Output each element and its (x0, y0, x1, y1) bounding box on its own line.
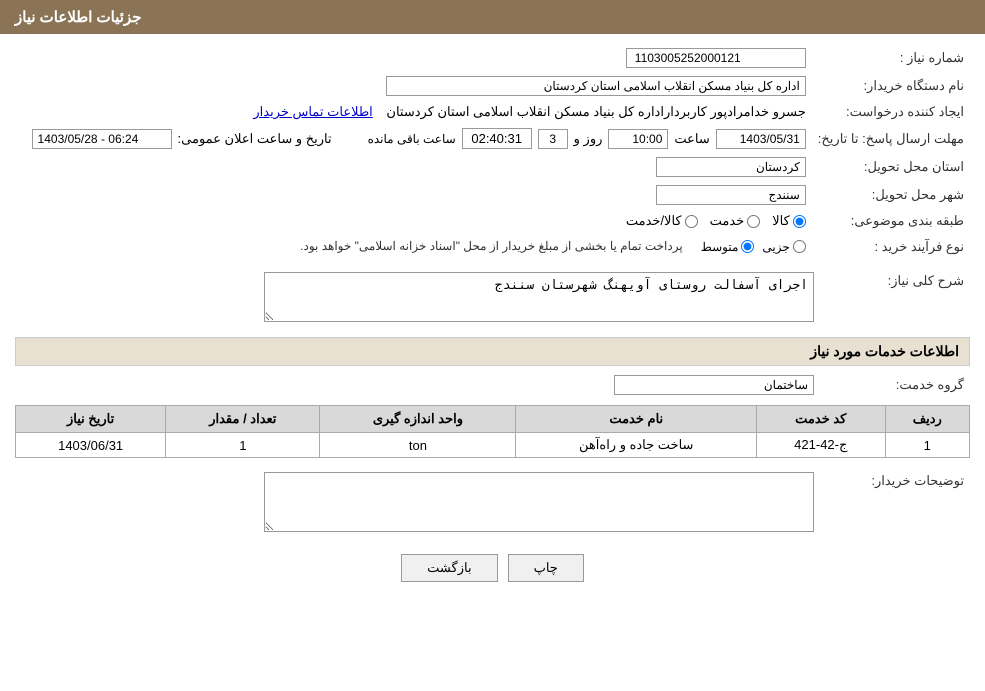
buyer-notes-cell (15, 468, 820, 539)
page-title: جزئیات اطلاعات نیاز (15, 9, 142, 26)
category-kala-radio[interactable] (793, 215, 806, 228)
category-khedmat-radio[interactable] (747, 215, 760, 228)
need-number-label: شماره نیاز : (812, 44, 970, 72)
category-row: کالا خدمت کالا/خدمت (15, 209, 812, 233)
col-row: ردیف (885, 406, 969, 433)
services-header-text: اطلاعات خدمات مورد نیاز (810, 343, 959, 359)
page-header: جزئیات اطلاعات نیاز (0, 0, 985, 34)
col-qty: تعداد / مقدار (166, 406, 320, 433)
category-both-item: کالا/خدمت (626, 213, 698, 229)
category-kala-label: کالا (772, 213, 790, 229)
creator-label: ایجاد کننده درخواست: (812, 100, 970, 124)
print-button[interactable]: چاپ (508, 554, 584, 582)
response-deadline-label: مهلت ارسال پاسخ: تا تاریخ: (812, 124, 970, 153)
buyer-org-value (15, 72, 812, 100)
description-label: شرح کلی نیاز: (820, 268, 970, 329)
purchase-type-motavasset-label: متوسط (701, 240, 739, 254)
category-khedmat-item: خدمت (710, 213, 761, 229)
purchase-type-jozii-radio[interactable] (793, 240, 806, 253)
info-table: شماره نیاز : 1103005252000121 نام دستگاه… (15, 44, 970, 260)
table-cell: 1 (885, 433, 969, 458)
service-group-label: گروه خدمت: (820, 371, 970, 399)
purchase-type-motavasset-radio[interactable] (741, 240, 754, 253)
announce-date-label: تاریخ و ساعت اعلان عمومی: (178, 131, 332, 147)
col-name: نام خدمت (516, 406, 757, 433)
deadline-time-input (608, 129, 668, 149)
col-date: تاریخ نیاز (16, 406, 166, 433)
table-cell: 1 (166, 433, 320, 458)
category-kala-item: کالا (772, 213, 806, 229)
table-cell: ساخت جاده و راه‌آهن (516, 433, 757, 458)
back-button[interactable]: بازگشت (401, 554, 497, 582)
deadline-row: ساعت روز و 02:40:31 ساعت باقی مانده تاری… (15, 124, 812, 153)
description-container (21, 272, 814, 325)
buyer-notes-textarea[interactable] (264, 472, 814, 532)
purchase-type-label: نوع فرآیند خرید : (812, 233, 970, 260)
table-cell: 1403/06/31 (16, 433, 166, 458)
description-table: شرح کلی نیاز: (15, 268, 970, 329)
service-group-input (614, 375, 814, 395)
category-label: طبقه بندی موضوعی: (812, 209, 970, 233)
category-both-radio[interactable] (685, 215, 698, 228)
time-label-static: ساعت (674, 131, 709, 147)
page-wrapper: جزئیات اطلاعات نیاز شماره نیاز : 1103005… (0, 0, 985, 691)
buyer-notes-table: توضیحات خریدار: (15, 468, 970, 539)
services-section-header: اطلاعات خدمات مورد نیاز (15, 337, 970, 366)
purchase-type-motavasset: متوسط (701, 240, 755, 254)
need-number-display: 1103005252000121 (626, 48, 806, 68)
purchase-type-row: جزیی متوسط پرداخت تمام یا بخشی از مبلغ خ… (15, 233, 812, 260)
buyer-org-input (386, 76, 806, 96)
deadline-days-input (538, 129, 568, 149)
table-cell: ton (320, 433, 516, 458)
city-input (656, 185, 806, 205)
city-value (15, 181, 812, 209)
button-bar: چاپ بازگشت (15, 554, 970, 582)
services-table: ردیف کد خدمت نام خدمت واحد اندازه گیری ت… (15, 405, 970, 458)
need-number-value: 1103005252000121 (109, 44, 812, 72)
remaining-timer: 02:40:31 (462, 128, 532, 149)
table-cell: ج-42-421 (757, 433, 886, 458)
creator-text: جسرو خدامرادپور کاربرداراداره کل بنیاد م… (386, 104, 805, 119)
buyer-notes-label: توضیحات خریدار: (820, 468, 970, 539)
creator-value: جسرو خدامرادپور کاربرداراداره کل بنیاد م… (15, 100, 812, 124)
province-label: استان محل تحویل: (812, 153, 970, 181)
category-khedmat-label: خدمت (710, 213, 745, 229)
category-both-label: کالا/خدمت (626, 213, 682, 229)
main-content: شماره نیاز : 1103005252000121 نام دستگاه… (0, 34, 985, 607)
purchase-type-jozii: جزیی (762, 240, 805, 254)
col-unit: واحد اندازه گیری (320, 406, 516, 433)
description-textarea[interactable] (264, 272, 814, 322)
province-value (15, 153, 812, 181)
deadline-date-input (716, 129, 806, 149)
province-input (656, 157, 806, 177)
city-label: شهر محل تحویل: (812, 181, 970, 209)
purchase-type-note: پرداخت تمام یا بخشی از مبلغ خریدار از مح… (300, 237, 683, 256)
col-code: کد خدمت (757, 406, 886, 433)
service-group-cell (15, 371, 820, 399)
description-cell (15, 268, 820, 329)
announce-date-input (32, 129, 172, 149)
days-label-static: روز و (574, 131, 603, 147)
buyer-org-label: نام دستگاه خریدار: (812, 72, 970, 100)
remaining-label: ساعت باقی مانده (368, 132, 456, 146)
purchase-type-jozii-label: جزیی (762, 240, 789, 254)
table-row: 1ج-42-421ساخت جاده و راه‌آهنton11403/06/… (16, 433, 970, 458)
service-group-table: گروه خدمت: (15, 371, 970, 399)
contact-link[interactable]: اطلاعات تماس خریدار (253, 104, 372, 119)
